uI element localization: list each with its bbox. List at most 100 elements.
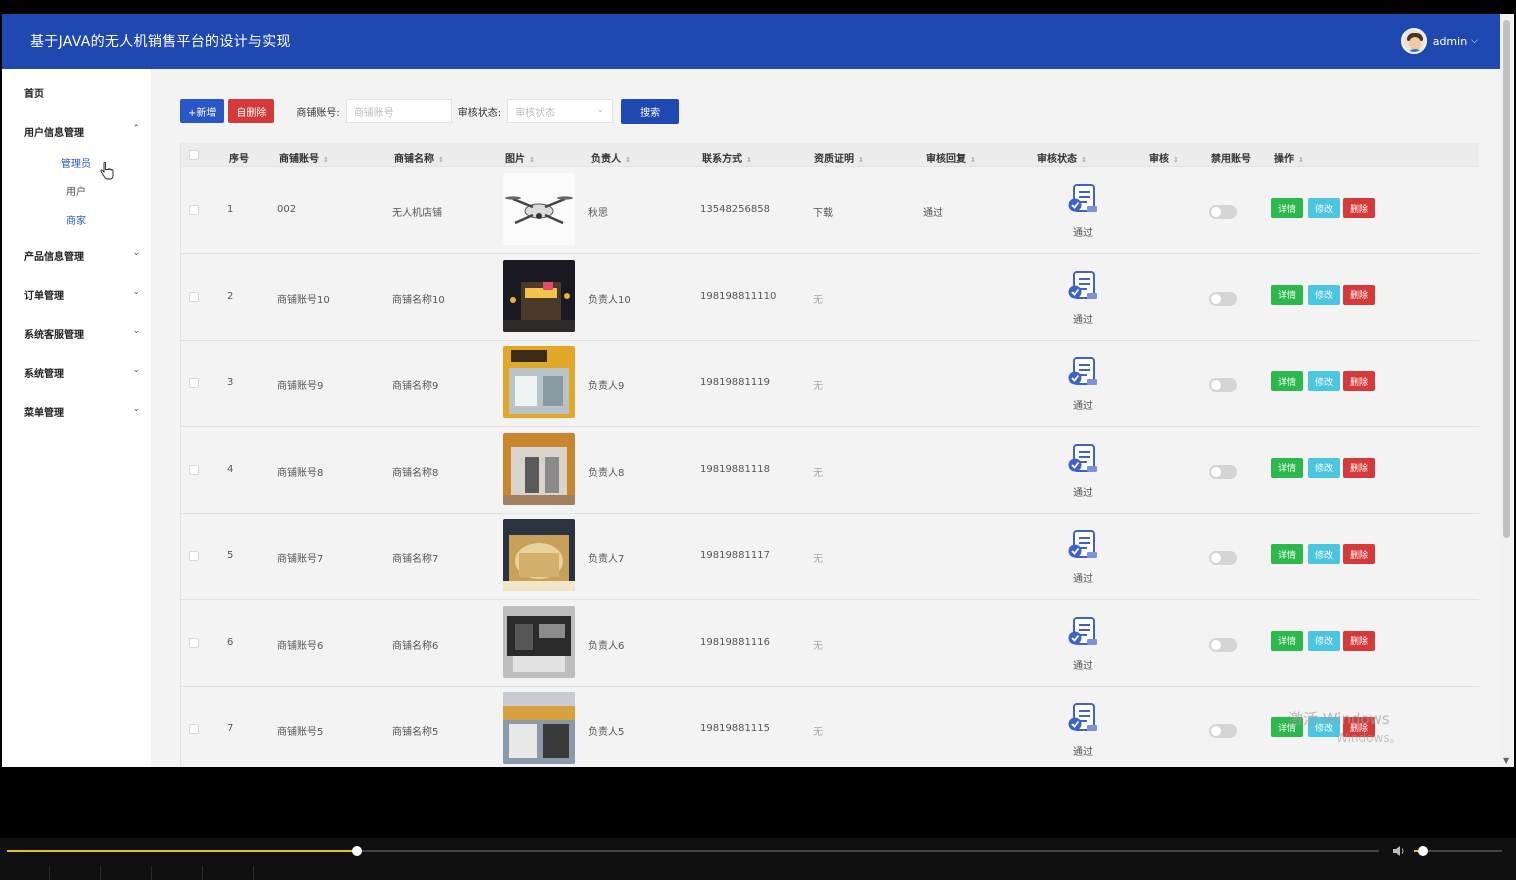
column-header[interactable]: 审核回复 ⇕ [926,150,976,165]
sidebar-item-service-mgmt[interactable]: 系统客服管理 ⌄ [24,326,140,341]
row-checkbox[interactable] [189,378,199,388]
edit-button[interactable]: 修改 [1308,371,1340,391]
column-header[interactable]: 商铺账号 ⇕ [279,150,329,165]
shop-image[interactable] [503,173,575,245]
detail-button[interactable]: 详情 [1271,544,1303,564]
column-header[interactable]: 操作 ⇕ [1274,150,1304,165]
column-header[interactable]: 审核 ⇕ [1149,150,1179,165]
add-button[interactable]: +新增 [180,99,225,123]
row-checkbox[interactable] [189,291,199,302]
column-header[interactable]: 序号 [229,150,249,165]
shop-name: 无人机店铺 [392,208,442,219]
progress-knob[interactable] [351,846,362,856]
edit-button[interactable]: 修改 [1308,284,1340,305]
detail-button[interactable]: 详情 [1271,630,1303,651]
disable-account-toggle[interactable] [1209,291,1237,306]
scroll-down-arrow-icon[interactable]: ▼ [1503,756,1509,765]
sidebar-sub-admin[interactable]: 管理员 [61,155,91,170]
disable-account-toggle[interactable] [1209,205,1237,219]
row-index: 6 [227,636,234,648]
shop-image[interactable] [503,692,575,764]
player-control[interactable] [50,866,101,880]
row-checkbox[interactable] [189,205,199,215]
detail-button[interactable]: 详情 [1271,371,1303,391]
disable-account-toggle[interactable] [1209,378,1237,392]
scrollbar-thumb[interactable] [1503,20,1510,538]
detail-button[interactable]: 详情 [1271,457,1303,478]
user-menu[interactable]: admin ⌵ [1400,28,1478,54]
search-button[interactable]: 搜索 [621,98,680,124]
top-header: 基于JAVA的无人机销售平台的设计与实现 admin ⌵ [2,14,1500,69]
delete-row-button[interactable]: 删除 [1343,630,1375,651]
column-header[interactable]: 商铺名称 ⇕ [394,150,444,165]
player-control[interactable] [152,866,203,880]
delete-button[interactable]: 自删除 [228,99,275,123]
select-all-checkbox[interactable] [189,150,199,160]
disable-account-toggle[interactable] [1209,637,1237,652]
column-header[interactable]: 资质证明 ⇕ [814,150,864,165]
audit-document-icon[interactable] [1065,701,1101,735]
row-checkbox[interactable] [189,551,199,561]
account-input[interactable]: 商铺账号 [345,99,452,123]
shop-account: 002 [277,204,297,215]
audit-document-icon[interactable] [1065,355,1101,389]
detail-button[interactable]: 详情 [1271,198,1303,218]
player-control[interactable] [203,866,254,880]
edit-button[interactable]: 修改 [1308,457,1340,478]
status-select[interactable]: 审核状态 ⌄ [507,99,614,123]
shop-image[interactable] [503,346,575,418]
row-checkbox[interactable] [189,464,199,475]
row-index: 4 [227,463,234,475]
detail-button[interactable]: 详情 [1271,284,1303,305]
audit-document-icon[interactable] [1065,615,1101,649]
sidebar-sub-user[interactable]: 用户 [66,183,86,198]
sidebar-item-menu-mgmt[interactable]: 菜单管理 ⌄ [24,404,140,419]
column-header: 禁用账号 [1211,154,1251,165]
shop-owner: 负责人6 [588,640,625,652]
disable-account-toggle[interactable] [1209,724,1237,738]
volume-knob[interactable] [1418,846,1428,856]
shop-image[interactable] [503,605,575,678]
audit-document-icon[interactable] [1065,442,1101,476]
shop-image[interactable] [503,259,575,332]
avatar[interactable] [1400,28,1427,54]
sidebar-item-product-mgmt[interactable]: 产品信息管理 ⌄ [24,248,140,263]
player-control[interactable] [101,866,152,880]
edit-button[interactable]: 修改 [1308,544,1340,564]
column-header[interactable]: 负责人 ⇕ [591,150,631,165]
disable-account-toggle[interactable] [1209,464,1237,479]
player-control[interactable] [0,866,50,880]
edit-button[interactable]: 修改 [1308,198,1340,218]
sidebar-item-system-mgmt[interactable]: 系统管理 ⌄ [24,365,140,380]
audit-document-icon[interactable] [1065,182,1101,216]
column-header[interactable]: 联系方式 ⇕ [702,150,752,165]
chevron-down-icon[interactable]: ⌵ [1471,36,1478,46]
audit-document-icon[interactable] [1065,528,1101,562]
delete-row-button[interactable]: 删除 [1343,284,1375,305]
delete-row-button[interactable]: 删除 [1343,457,1375,478]
sidebar-item-home[interactable]: 首页 [24,85,140,100]
volume-icon[interactable] [1392,844,1406,858]
delete-row-button[interactable]: 删除 [1343,544,1375,564]
shop-image[interactable] [503,432,575,505]
table-header: 序号 商铺账号 ⇕ 商铺名称 ⇕ 图片 ⇕ 负责人 ⇕ 联系方式 ⇕ 资质证明 ⇕ 审核回复… [181,143,1479,167]
chevron-down-icon: ⌄ [132,248,140,258]
shop-owner: 负责人8 [588,467,625,479]
vertical-scrollbar[interactable]: ▼ [1500,14,1514,767]
column-header[interactable]: 审核状态 ⇕ [1037,150,1087,165]
proof-download-link[interactable]: 下载 [813,204,833,219]
edit-button[interactable]: 修改 [1308,630,1340,651]
delete-row-button[interactable]: 删除 [1343,198,1375,218]
delete-row-button[interactable]: 删除 [1343,371,1375,391]
username[interactable]: admin [1433,35,1467,48]
audit-document-icon[interactable] [1065,269,1101,303]
sidebar-item-user-mgmt[interactable]: 用户信息管理 ⌃ [24,124,140,139]
shop-image[interactable] [503,519,575,591]
shop-phone: 19819881115 [700,723,770,734]
row-checkbox[interactable] [189,724,199,734]
sidebar-item-order-mgmt[interactable]: 订单管理 ⌄ [24,287,140,302]
column-header[interactable]: 图片 ⇕ [505,150,535,165]
sidebar-sub-merchant[interactable]: 商家 [66,212,86,227]
row-checkbox[interactable] [189,637,199,648]
disable-account-toggle[interactable] [1209,551,1237,565]
